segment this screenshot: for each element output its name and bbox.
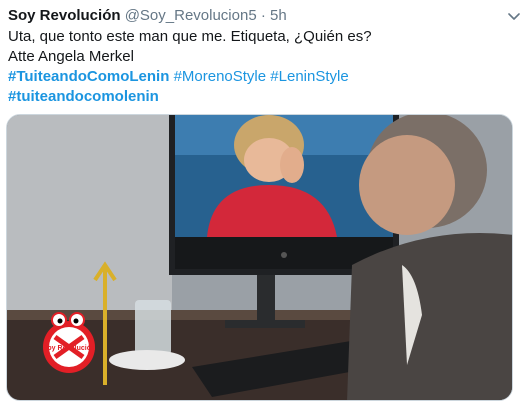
tweet-timestamp[interactable]: 5h — [270, 7, 287, 24]
chevron-down-icon[interactable] — [506, 8, 522, 24]
tweet-card[interactable]: Soy Revolución @Soy_Revolucion5 · 5h Uta… — [0, 0, 532, 409]
tweet-text-line: Uta, que tonto este man que me. Etiqueta… — [8, 28, 372, 45]
author-handle[interactable]: @Soy_Revolucion5 — [125, 7, 257, 24]
author-name[interactable]: Soy Revolución — [8, 7, 121, 24]
tweet-text: Uta, que tonto este man que me. Etiqueta… — [8, 27, 508, 107]
hashtag-link[interactable]: #TuiteandoComoLenin — [8, 68, 169, 85]
watermark-text: Soy Revolución — [43, 345, 96, 352]
tweet-media-image[interactable]: Soy Revolución — [6, 114, 513, 401]
hashtag-link[interactable]: #LeninStyle — [270, 68, 348, 85]
tweet-header: Soy Revolución @Soy_Revolucion5 · 5h — [8, 6, 502, 26]
separator-dot: · — [260, 7, 266, 24]
photo-illustration: Soy Revolución — [7, 115, 512, 400]
tweet-text-line: Atte Angela Merkel — [8, 48, 134, 65]
hashtag-link[interactable]: #tuiteandocomolenin — [8, 88, 159, 105]
hashtag-link[interactable]: #MorenoStyle — [174, 68, 267, 85]
